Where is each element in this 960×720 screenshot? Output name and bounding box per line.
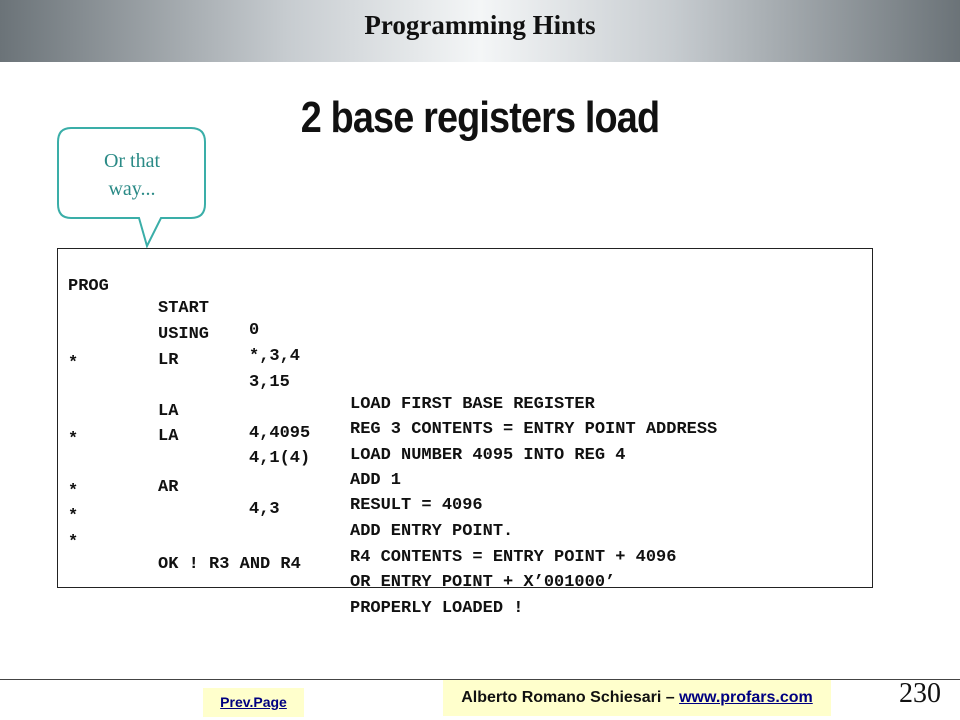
code-opcode: OK ! R3 AND R4 — [158, 555, 301, 574]
code-comment: LOAD FIRST BASE REGISTER — [350, 395, 595, 414]
code-comment: RESULT = 4096 — [350, 496, 483, 515]
code-operand: 0 — [249, 321, 260, 340]
code-line: LR 3,15 LOAD FIRST BASE REGISTER — [68, 306, 595, 414]
callout-text: Or that way... — [57, 147, 207, 203]
page-number: 230 — [899, 678, 941, 709]
author-website-link[interactable]: www.profars.com — [679, 689, 813, 706]
code-opcode: LA — [158, 427, 179, 446]
code-opcode: LA — [158, 402, 179, 421]
code-operand: 4,4095 — [249, 424, 311, 443]
code-listing-box: PROG START 0 USING *,3,4 LR 3,15 LOAD FI… — [57, 248, 873, 618]
code-operand: 4,3 — [249, 500, 280, 519]
prev-page-link[interactable]: Prev.Page — [203, 688, 304, 717]
code-comment: PROPERLY LOADED ! — [350, 599, 524, 618]
code-comment: ADD 1 — [350, 471, 402, 490]
code-label: * — [68, 533, 79, 552]
callout-line-2: way... — [108, 178, 156, 200]
code-line: * REG 3 CONTENTS = ENTRY POINT ADDRESS — [68, 331, 717, 439]
code-line: * OR ENTRY POINT + X’001000’ — [68, 484, 615, 592]
code-opcode: AR — [158, 478, 179, 497]
code-comment: REG 3 CONTENTS = ENTRY POINT ADDRESS — [350, 420, 718, 439]
code-opcode: LR — [158, 351, 179, 370]
code-operand: 3,15 — [249, 373, 290, 392]
code-line: AR 4,3 ADD ENTRY POINT. — [68, 433, 513, 541]
code-opcode: START — [158, 299, 210, 318]
code-line: LA 4,4095 LOAD NUMBER 4095 INTO REG 4 — [68, 357, 625, 465]
header-title: Programming Hints — [364, 10, 596, 40]
code-comment: ADD ENTRY POINT. — [350, 522, 514, 541]
code-line: * R4 CONTENTS = ENTRY POINT + 4096 — [68, 459, 676, 567]
code-line: * OK ! R3 AND R4 PROPERLY LOADED ! — [68, 510, 523, 618]
code-line: LA 4,1(4) ADD 1 — [68, 382, 401, 490]
speech-bubble-callout: Or that way... — [57, 127, 207, 249]
code-comment: LOAD NUMBER 4095 INTO REG 4 — [350, 446, 626, 465]
callout-line-1: Or that — [103, 150, 161, 172]
code-operand: 4,1(4) — [249, 449, 311, 468]
code-comment: R4 CONTENTS = ENTRY POINT + 4096 — [350, 548, 677, 567]
code-comment: OR ENTRY POINT + X’001000’ — [350, 573, 616, 592]
code-operand: *,3,4 — [249, 347, 301, 366]
code-line: * RESULT = 4096 — [68, 407, 483, 515]
code-line: PROG START 0 — [68, 254, 259, 340]
author-name: Alberto Romano Schiesari – — [461, 689, 680, 706]
code-line: USING *,3,4 — [68, 280, 300, 366]
code-opcode: USING — [158, 325, 210, 344]
author-credit: Alberto Romano Schiesari – www.profars.c… — [443, 680, 831, 716]
